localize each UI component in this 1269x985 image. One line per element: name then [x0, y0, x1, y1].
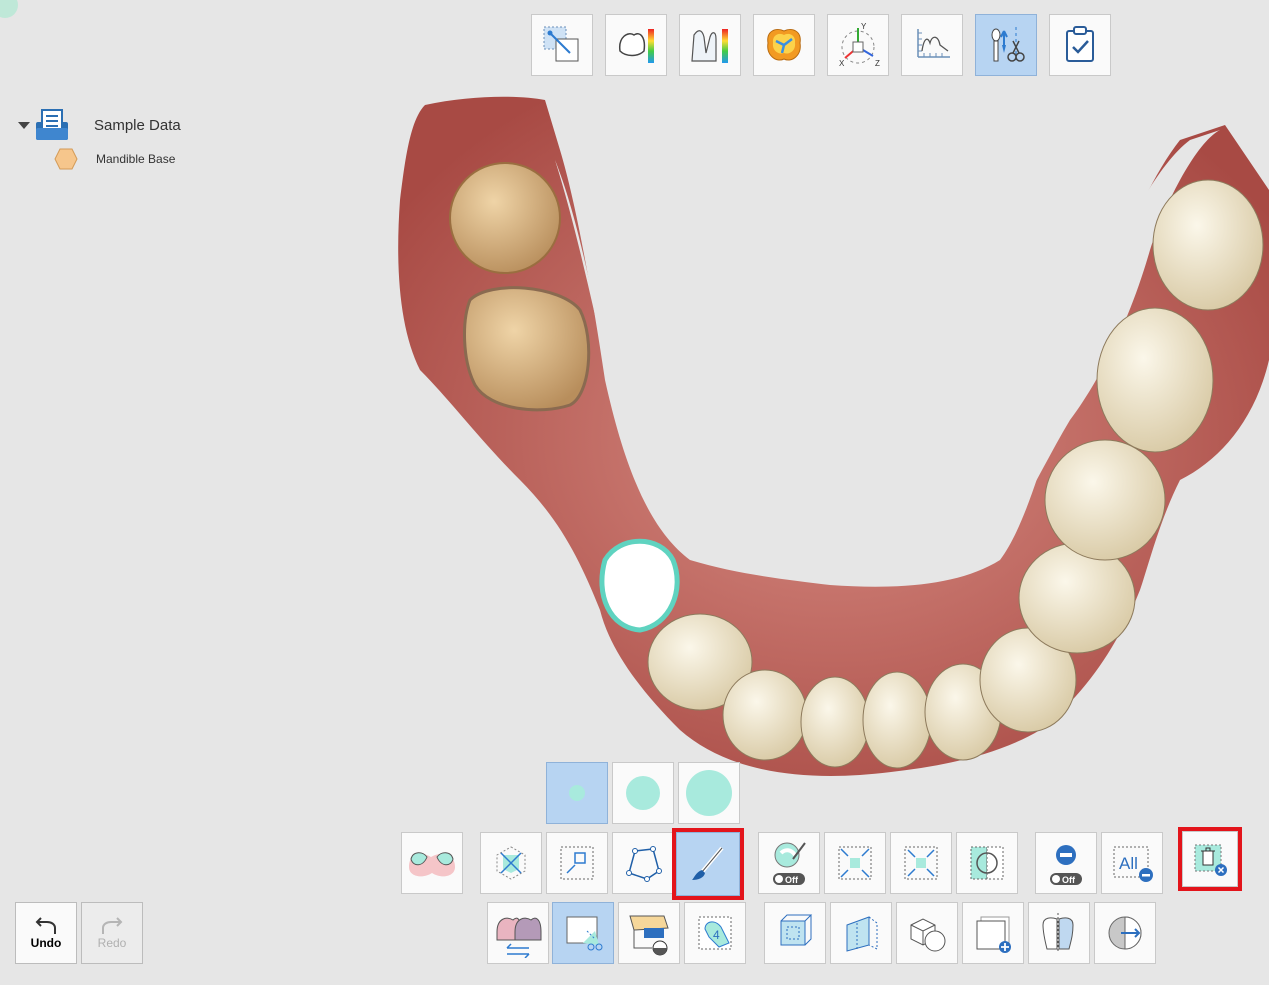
shapes-icon [910, 918, 946, 952]
collapse-arrow-icon[interactable] [18, 121, 30, 129]
deselect-toggle-label: Off [1062, 875, 1076, 885]
redo-label: Redo [97, 936, 127, 950]
transform-tool-button[interactable] [531, 14, 593, 76]
cube-view-icon [780, 914, 813, 946]
invert-selection-button[interactable] [956, 832, 1018, 894]
cut-plane-icon [629, 915, 669, 956]
tooth-section-icon [1042, 913, 1074, 953]
grow-selection-button[interactable] [890, 832, 952, 894]
expand-select-icon [496, 846, 526, 880]
redo-icon [102, 917, 123, 934]
brush-size-small-button[interactable] [546, 762, 608, 824]
switch-model-button[interactable] [487, 902, 549, 964]
brush-select-button[interactable] [672, 828, 744, 900]
hexagon-icon [54, 148, 78, 170]
axis-y-label: Y [861, 22, 867, 31]
edit-trim-button[interactable] [975, 14, 1037, 76]
add-frame-icon [976, 916, 1011, 953]
transform-icon [543, 26, 579, 62]
switch-arch-icon [496, 917, 542, 958]
deselect-all-label: All [1119, 854, 1138, 873]
scissors-icon [991, 27, 1025, 63]
redo-button[interactable]: Redo [81, 902, 143, 964]
paintbrush-icon [692, 846, 724, 880]
trim-select-icon [566, 916, 603, 951]
brush-large-icon [686, 770, 732, 816]
trash-icon [1194, 844, 1227, 876]
grow-icon [904, 846, 938, 880]
brush-medium-icon [626, 776, 660, 810]
margin-tool-button[interactable]: 4 [684, 902, 746, 964]
ruler-icon [917, 29, 950, 58]
axis-x-label: X [839, 59, 845, 68]
mandible-scan-model[interactable] [390, 90, 1269, 780]
brush-size-medium-button[interactable] [612, 762, 674, 824]
deselect-all-button[interactable]: All [1101, 832, 1163, 894]
minus-toggle-icon: Off [1050, 845, 1082, 885]
tree-root-label[interactable]: Sample Data [94, 117, 181, 134]
margin-icon: 4 [698, 916, 732, 950]
axis-icon: Y X Z [839, 22, 880, 68]
object-view-button[interactable] [896, 902, 958, 964]
view-front-button[interactable] [764, 902, 826, 964]
data-folder-icon [34, 108, 70, 142]
sphere-arrow-icon [1108, 916, 1142, 950]
smart-select-button[interactable] [480, 832, 542, 894]
model-select-button[interactable] [401, 832, 463, 894]
rectangle-select-icon [560, 846, 594, 880]
mirror-view-button[interactable] [1094, 902, 1156, 964]
axis-z-label: Z [875, 59, 880, 68]
complete-button[interactable] [1049, 14, 1111, 76]
delete-selection-button[interactable] [1178, 827, 1242, 891]
checklist-icon [1066, 26, 1094, 62]
tree-root-row[interactable]: Sample Data [18, 108, 181, 142]
deselect-toggle-button[interactable]: Off [1035, 832, 1097, 894]
view-side-button[interactable] [830, 902, 892, 964]
measure-button[interactable] [901, 14, 963, 76]
add-view-button[interactable] [962, 902, 1024, 964]
section-view-button[interactable] [1028, 902, 1090, 964]
deviation-map-icon [691, 29, 728, 63]
brush-small-icon [569, 785, 585, 801]
thickness-map-button[interactable] [605, 14, 667, 76]
invert-icon [970, 846, 1004, 880]
brush-size-large-button[interactable] [678, 762, 740, 824]
undo-icon [35, 917, 56, 934]
thickness-map-icon [619, 29, 654, 63]
side-view-icon [846, 916, 878, 952]
deselect-all-icon: All [1113, 846, 1153, 882]
svg-text:4: 4 [713, 928, 720, 942]
polygon-select-icon [626, 846, 662, 882]
fill-holes-toggle-label: Off [785, 875, 799, 885]
undo-button[interactable]: Undo [15, 902, 77, 964]
arch-pair-icon [409, 852, 455, 877]
cut-plane-button[interactable] [618, 902, 680, 964]
undo-label: Undo [30, 936, 62, 950]
polygon-select-button[interactable] [612, 832, 674, 894]
deviation-map-button[interactable] [679, 14, 741, 76]
axis-view-button[interactable]: Y X Z [827, 14, 889, 76]
shrink-icon [838, 846, 872, 880]
occlusion-button[interactable] [753, 14, 815, 76]
trim-selection-button[interactable] [552, 902, 614, 964]
status-dot [0, 0, 18, 18]
tree-child-row[interactable]: Mandible Base [54, 148, 175, 170]
tree-child-label[interactable]: Mandible Base [96, 152, 175, 166]
shrink-selection-button[interactable] [824, 832, 886, 894]
occlusion-icon [767, 29, 801, 61]
rectangle-select-button[interactable] [546, 832, 608, 894]
fill-holes-icon: Off [773, 842, 806, 885]
fill-holes-toggle-button[interactable]: Off [758, 832, 820, 894]
